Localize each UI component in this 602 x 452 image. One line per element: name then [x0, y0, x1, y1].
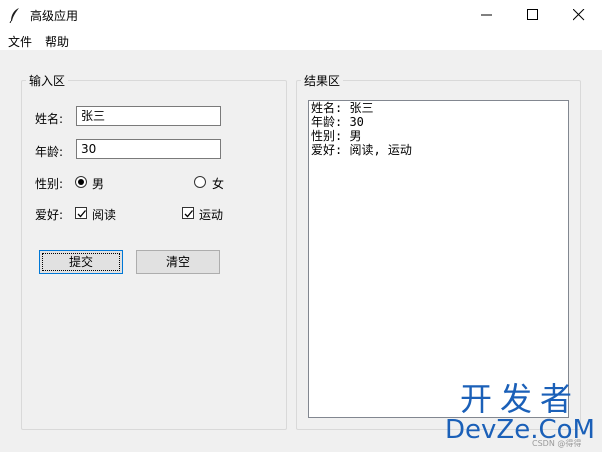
maximize-icon — [527, 9, 538, 20]
close-button[interactable] — [556, 0, 602, 30]
maximize-button[interactable] — [510, 0, 556, 30]
hobby-reading-checkbox[interactable] — [75, 207, 87, 219]
result-line: 性别: 男 — [311, 129, 362, 143]
checkmark-icon — [184, 210, 193, 218]
checkmark-icon — [77, 210, 86, 218]
gender-male-label[interactable]: 男 — [92, 175, 104, 192]
gender-female-label[interactable]: 女 — [212, 175, 224, 192]
result-line: 姓名: 张三 — [311, 101, 374, 115]
gender-label: 性别: — [35, 177, 64, 191]
menu-bar: 文件 帮助 — [0, 30, 602, 50]
minimize-button[interactable] — [464, 0, 510, 30]
title-bar: 高级应用 — [0, 0, 602, 30]
clear-button[interactable]: 清空 — [136, 250, 220, 274]
result-textarea[interactable]: 姓名: 张三 年龄: 30 性别: 男 爱好: 阅读, 运动 — [308, 100, 569, 418]
result-frame-title: 结果区 — [301, 72, 344, 89]
input-frame-title: 输入区 — [26, 72, 69, 89]
watermark-csdn: CSDN @得得 — [532, 439, 582, 448]
hobby-sports-checkbox[interactable] — [182, 207, 194, 219]
minimize-icon — [481, 14, 492, 16]
menu-file[interactable]: 文件 — [8, 33, 32, 50]
feather-icon — [8, 7, 22, 24]
name-label: 姓名: — [35, 112, 64, 126]
hobby-label: 爱好: — [35, 208, 64, 222]
hobby-sports-label[interactable]: 运动 — [199, 206, 223, 223]
result-line: 爱好: 阅读, 运动 — [311, 143, 412, 157]
submit-button[interactable]: 提交 — [39, 250, 123, 274]
age-input[interactable]: 30 — [76, 139, 221, 159]
age-label: 年龄: — [35, 145, 64, 159]
window-title: 高级应用 — [30, 9, 79, 23]
result-line: 年龄: 30 — [311, 115, 364, 129]
gender-male-radio[interactable] — [75, 176, 87, 188]
gender-female-radio[interactable] — [194, 176, 206, 188]
menu-help[interactable]: 帮助 — [45, 33, 69, 50]
hobby-reading-label[interactable]: 阅读 — [92, 206, 116, 223]
name-input[interactable]: 张三 — [76, 106, 221, 126]
close-icon — [573, 9, 585, 21]
